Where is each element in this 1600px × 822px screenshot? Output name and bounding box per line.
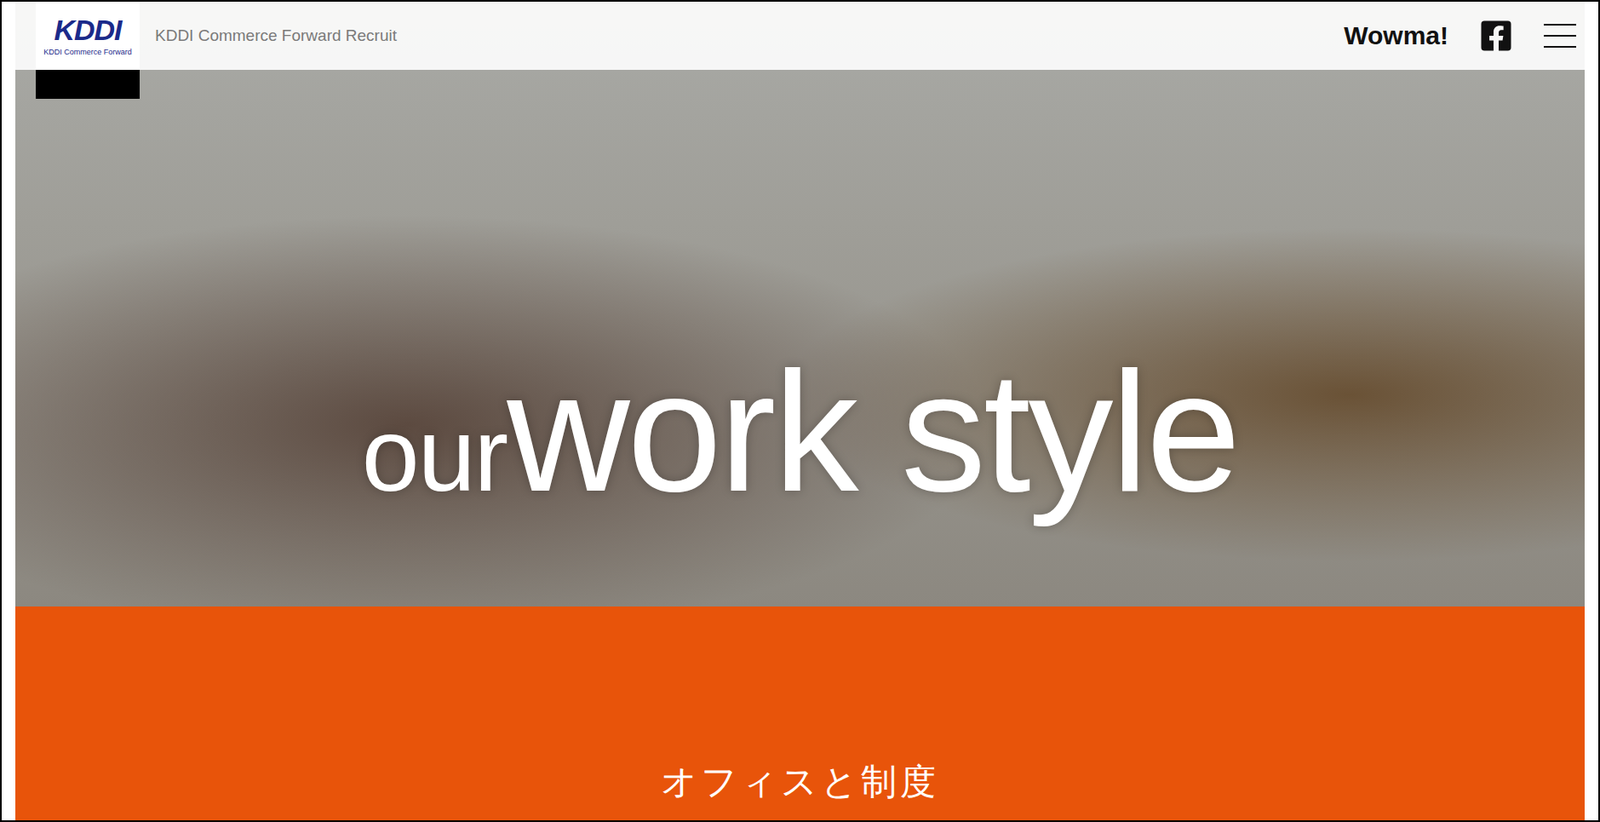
hamburger-icon xyxy=(1543,22,1577,50)
facebook-link[interactable] xyxy=(1479,18,1514,53)
headline-lead: our xyxy=(361,402,507,507)
logo-caption: KDDI Commerce Forward xyxy=(43,47,132,57)
hero-headline: ourwork style xyxy=(361,346,1239,517)
office-section: オフィスと制度 xyxy=(15,606,1585,821)
section-title: オフィスと制度 xyxy=(660,757,940,806)
site-title: KDDI Commerce Forward Recruit xyxy=(154,26,397,46)
logo-bar xyxy=(35,69,140,99)
logo-plate: KDDI KDDI Commerce Forward xyxy=(35,1,140,70)
hero: KDDI KDDI Commerce Forward KDDI Commerce F… xyxy=(15,1,1585,607)
site-header: KDDI KDDI Commerce Forward KDDI Commerce F… xyxy=(15,1,1585,70)
header-nav: Wowma! xyxy=(1343,18,1577,53)
logo[interactable]: KDDI KDDI Commerce Forward xyxy=(35,1,140,99)
headline-main: work style xyxy=(506,346,1239,517)
facebook-icon xyxy=(1479,18,1514,53)
logo-mark: KDDI xyxy=(53,15,121,45)
brand-link[interactable]: Wowma! xyxy=(1343,21,1449,51)
page: KDDI KDDI Commerce Forward KDDI Commerce F… xyxy=(0,0,1600,822)
menu-button[interactable] xyxy=(1543,22,1577,50)
